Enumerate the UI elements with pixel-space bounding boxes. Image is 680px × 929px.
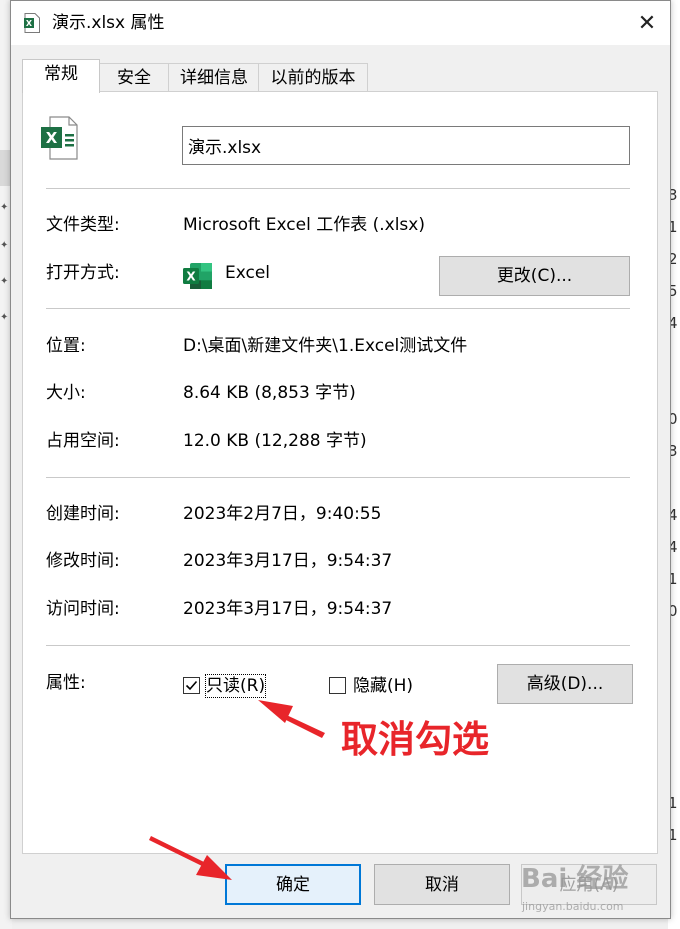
open-with-value: Excel: [225, 263, 271, 283]
svg-text:X: X: [186, 270, 196, 284]
file-name-input[interactable]: [182, 126, 630, 165]
pin-icon: ✦: [0, 240, 9, 251]
advanced-button[interactable]: 高级(D)...: [497, 664, 633, 704]
modified-value: 2023年3月17日，9:54:37: [183, 551, 393, 571]
file-type-label: 文件类型:: [46, 215, 120, 235]
readonly-label[interactable]: 只读(R): [204, 674, 267, 698]
accessed-label: 访问时间:: [46, 599, 120, 619]
file-type-value: Microsoft Excel 工作表 (.xlsx): [183, 215, 425, 235]
cancel-button[interactable]: 取消: [374, 864, 510, 905]
attributes-label: 属性:: [46, 673, 86, 693]
close-icon[interactable]: ✕: [624, 1, 670, 45]
hidden-label[interactable]: 隐藏(H): [353, 675, 413, 697]
tab-details[interactable]: 详细信息: [168, 63, 260, 92]
created-value: 2023年2月7日，9:40:55: [183, 504, 382, 524]
accessed-value: 2023年3月17日，9:54:37: [183, 599, 393, 619]
size-on-disk-label: 占用空间:: [46, 431, 120, 451]
tab-security[interactable]: 安全: [98, 63, 170, 92]
checkmark-icon: [185, 680, 198, 691]
location-value: D:\桌面\新建文件夹\1.Excel测试文件: [183, 336, 468, 356]
divider: [46, 188, 630, 189]
size-on-disk-value: 12.0 KB (12,288 字节): [183, 431, 367, 451]
general-tab-panel: [22, 91, 658, 854]
pin-icon: ✦: [0, 276, 9, 287]
title-bar[interactable]: X 演示.xlsx 属性 ✕: [11, 1, 670, 45]
divider: [46, 308, 630, 309]
watermark-logo: Bai 经验: [521, 864, 629, 894]
ok-button[interactable]: 确定: [225, 864, 361, 905]
tab-general[interactable]: 常规: [22, 59, 100, 93]
divider: [46, 645, 630, 646]
open-with-label: 打开方式:: [46, 263, 120, 283]
readonly-checkbox[interactable]: [183, 677, 200, 694]
excel-file-icon: X: [41, 116, 78, 160]
watermark-url: jingyan.baidu.com: [522, 900, 624, 913]
created-label: 创建时间:: [46, 504, 120, 524]
window-title: 演示.xlsx 属性: [52, 13, 165, 33]
annotation-text: 取消勾选: [341, 718, 489, 761]
excel-app-icon: X: [183, 263, 212, 289]
size-label: 大小:: [46, 383, 86, 403]
divider: [46, 477, 630, 478]
svg-text:X: X: [26, 19, 33, 28]
tab-previous-versions[interactable]: 以前的版本: [258, 63, 368, 92]
change-button[interactable]: 更改(C)...: [439, 256, 630, 296]
pin-icon: ✦: [0, 312, 9, 323]
pin-icon: ✦: [0, 202, 9, 213]
hidden-checkbox[interactable]: [329, 677, 346, 694]
location-label: 位置:: [46, 336, 86, 356]
size-value: 8.64 KB (8,853 字节): [183, 383, 356, 403]
modified-label: 修改时间:: [46, 551, 120, 571]
svg-text:X: X: [46, 129, 58, 147]
excel-file-icon: X: [24, 13, 40, 33]
